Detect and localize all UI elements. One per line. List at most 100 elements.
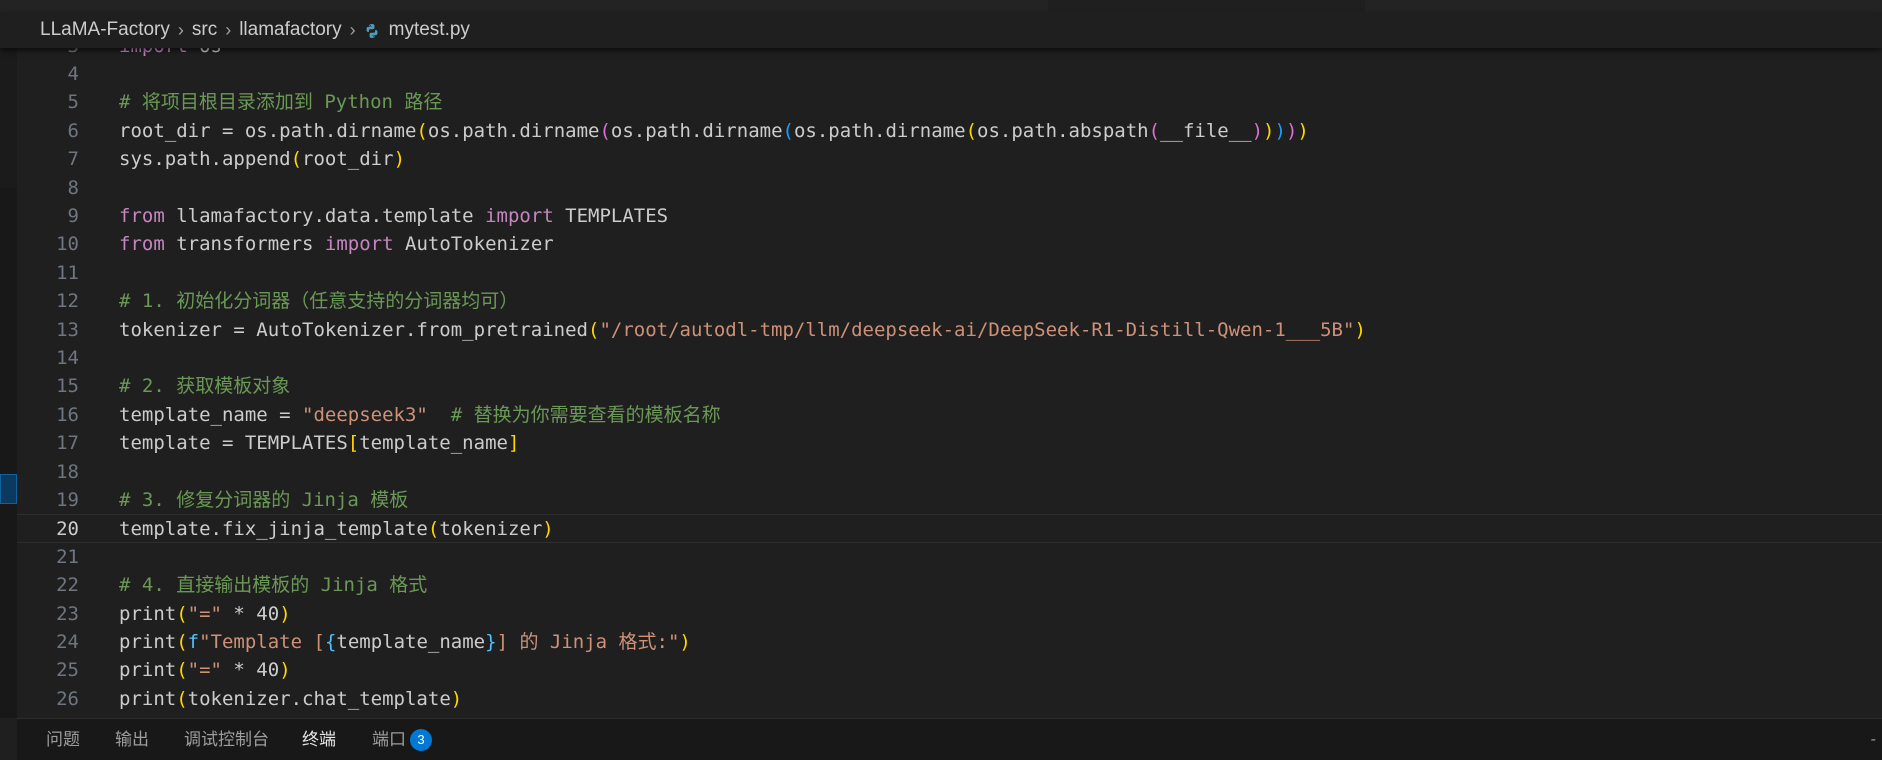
line-number: 8 [67, 176, 79, 199]
line-number: 4 [67, 62, 79, 85]
code-line[interactable]: 16 template_name = "deepseek3" # 替换为你需要查看… [17, 401, 1882, 429]
code-token: root_dir [302, 148, 394, 171]
panel-tab-ports[interactable]: 端口 3 [372, 719, 432, 760]
code-token: } [485, 630, 497, 653]
line-code: template_name = "deepseek3" # 替换为你需要查看的模… [119, 401, 721, 429]
code-token: ( [416, 119, 428, 142]
line-number: 22 [56, 574, 79, 597]
code-token: # 1. 初始化分词器（任意支持的分词器均可） [119, 290, 519, 313]
code-token: import [324, 233, 394, 256]
line-code: print(f"Template [{template_name}] 的 Jin… [119, 628, 691, 656]
code-line[interactable]: 17 template = TEMPLATES[template_name] [17, 429, 1882, 457]
code-token: os.path.dirname [610, 119, 783, 142]
activity-active-indicator[interactable] [0, 474, 17, 504]
line-code: tokenizer = AutoTokenizer.from_pretraine… [119, 316, 1366, 344]
editor-tab-active[interactable] [1048, 0, 1366, 12]
panel-tab-terminal[interactable]: 终端 [302, 719, 336, 760]
code-token: ( [782, 119, 794, 142]
line-number: 10 [56, 233, 79, 256]
code-line[interactable]: 8 [17, 174, 1882, 202]
line-number: 12 [56, 290, 79, 313]
code-line[interactable]: 15 # 2. 获取模板对象 [17, 372, 1882, 400]
bottom-panel: 问题 输出 调试控制台 终端 端口 3 - [17, 718, 1882, 760]
chevron-right-icon: › [177, 19, 184, 40]
breadcrumb-item[interactable]: src [192, 19, 217, 41]
breadcrumb-file[interactable]: mytest.py [389, 19, 470, 41]
code-token: "Template [ [199, 630, 325, 653]
code-line[interactable]: 4 [17, 60, 1882, 88]
code-token: transformers [164, 233, 325, 256]
code-token: ( [588, 318, 600, 341]
code-token: ) [279, 659, 291, 682]
breadcrumb-item[interactable]: LLaMA-Factory [40, 19, 170, 41]
python-file-icon [364, 23, 380, 39]
code-token: = os.path.dirname [210, 119, 417, 142]
code-line[interactable]: 25 print("=" * 40) [17, 656, 1882, 684]
editor-tab[interactable] [520, 0, 776, 12]
code-token: TEMPLATES [553, 204, 669, 227]
code-line[interactable]: 22 # 4. 直接输出模板的 Jinja 格式 [17, 571, 1882, 599]
line-number: 15 [56, 375, 79, 398]
code-line[interactable]: 19 # 3. 修复分词器的 Jinja 模板 [17, 486, 1882, 514]
code-line[interactable]: 26 print(tokenizer.chat_template) [17, 685, 1882, 713]
ports-count-badge: 3 [410, 729, 432, 751]
editor-tab[interactable] [1365, 0, 1882, 12]
panel-tab-output[interactable]: 输出 [115, 719, 149, 760]
code-token: # 替换为你需要查看的模板名称 [450, 403, 721, 426]
code-line[interactable]: 11 [17, 259, 1882, 287]
code-line[interactable]: 23 print("=" * 40) [17, 600, 1882, 628]
line-code: # 3. 修复分词器的 Jinja 模板 [119, 486, 408, 514]
code-token: AutoTokenizer [393, 233, 554, 256]
code-token: ( [176, 630, 188, 653]
code-editor[interactable]: 3 import os 4 5 # 将项目根目录添加到 Python 路径 6 root_d… [17, 40, 1882, 718]
line-code: # 将项目根目录添加到 Python 路径 [119, 88, 442, 116]
code-line[interactable]: 10 from transformers import AutoTokenizer [17, 230, 1882, 258]
code-line[interactable]: 5 # 将项目根目录添加到 Python 路径 [17, 88, 1882, 116]
line-code: print("=" * 40) [119, 600, 291, 628]
code-token: # 3. 修复分词器的 Jinja 模板 [119, 488, 409, 511]
code-line[interactable]: 6 root_dir = os.path.dirname(os.path.dirn… [17, 117, 1882, 145]
code-token: ( [427, 518, 440, 541]
line-code: root_dir = os.path.dirname(os.path.dirna… [119, 117, 1309, 145]
code-token: print [119, 687, 177, 710]
activity-strip-segment [0, 48, 17, 188]
code-token: ) [1274, 119, 1286, 142]
code-line[interactable]: 9 from llamafactory.data.template import … [17, 202, 1882, 230]
code-line[interactable]: 7 sys.path.append(root_dir) [17, 145, 1882, 173]
line-number: 24 [56, 630, 79, 653]
code-line[interactable]: 20 template.fix_jinja_template(tokenizer) [17, 514, 1882, 543]
code-token: from [119, 204, 165, 227]
editor-tab-strip [0, 0, 1882, 12]
panel-tab-label: 端口 [372, 730, 406, 749]
code-line[interactable]: 13 tokenizer = AutoTokenizer.from_pretrai… [17, 316, 1882, 344]
code-token: os.path.abspath [977, 119, 1149, 142]
line-code: print("=" * 40) [119, 656, 291, 684]
editor-tab[interactable] [260, 0, 521, 12]
line-number: 25 [56, 659, 79, 682]
panel-tab-label: 调试控制台 [184, 730, 269, 749]
code-token: ] [507, 432, 520, 455]
code-token: # 将项目根目录添加到 Python 路径 [119, 91, 443, 114]
code-token: ( [176, 687, 188, 710]
code-token: [ [347, 432, 360, 455]
line-number: 7 [67, 148, 79, 171]
panel-tab-problems[interactable]: 问题 [46, 719, 80, 760]
code-token: template_name = [119, 403, 303, 426]
panel-tab-label: 输出 [115, 730, 149, 749]
breadcrumb-item[interactable]: llamafactory [239, 19, 341, 41]
line-code: template = TEMPLATES[template_name] [119, 429, 519, 457]
editor-tab[interactable] [0, 0, 261, 12]
code-line[interactable]: 21 [17, 543, 1882, 571]
panel-tab-label: 终端 [302, 730, 336, 749]
code-line[interactable]: 24 print(f"Template [{template_name}] 的 J… [17, 628, 1882, 656]
panel-tab-debug-console[interactable]: 调试控制台 [184, 719, 269, 760]
code-token: ) [450, 687, 463, 710]
editor-tab[interactable] [775, 0, 1049, 12]
panel-minimize-icon[interactable]: - [1871, 719, 1876, 760]
code-line[interactable]: 12 # 1. 初始化分词器（任意支持的分词器均可） [17, 287, 1882, 315]
code-token: ( [599, 119, 611, 142]
code-line[interactable]: 18 [17, 458, 1882, 486]
code-token: f [187, 630, 200, 653]
code-line[interactable]: 14 [17, 344, 1882, 372]
